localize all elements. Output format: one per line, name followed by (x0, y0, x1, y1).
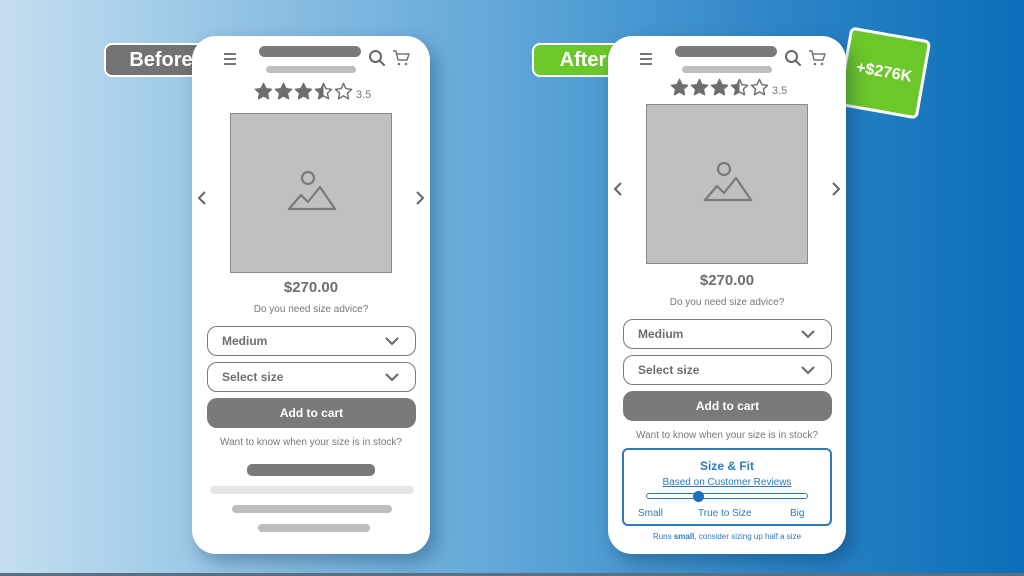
rating-value: 3.5 (356, 89, 372, 101)
size-fit-title: Size & Fit (699, 459, 754, 473)
star-rating: 3.5 (254, 82, 371, 106)
product-image-placeholder (230, 113, 392, 273)
product-price: $270.00 (283, 279, 339, 296)
add-to-cart-button[interactable]: Add to cart (207, 398, 416, 428)
chevron-down-icon (801, 366, 815, 375)
scale-label-big: Big (790, 508, 805, 519)
variant-select[interactable]: Medium (623, 319, 832, 349)
fit-slider-knob (692, 491, 704, 502)
uplift-badge: +$276K (836, 26, 932, 120)
variant-select[interactable]: Medium (207, 326, 416, 356)
fit-slider-track (646, 493, 808, 499)
variant-select-value: Medium (222, 334, 268, 348)
stock-notify-link[interactable]: Want to know when your size is in stock? (192, 437, 430, 448)
next-arrow-icon[interactable] (831, 182, 841, 196)
stock-notify-link[interactable]: Want to know when your size is in stock? (608, 430, 846, 441)
phone-before: 3.5 $270.00 Do you need size advice? Med… (192, 36, 430, 554)
star-filled-icon (690, 78, 709, 96)
add-to-cart-button[interactable]: Add to cart (623, 391, 832, 421)
star-filled-icon (710, 78, 729, 96)
fit-note: Runs small, consider sizing up half a si… (652, 532, 802, 541)
star-empty-icon (334, 82, 353, 100)
menu-icon[interactable] (640, 53, 652, 68)
reviews-link[interactable]: Based on Customer Reviews (624, 477, 830, 488)
next-arrow-icon[interactable] (415, 191, 425, 205)
size-fit-widget: Size & Fit Based on Customer Reviews Sma… (622, 448, 832, 526)
size-select-value: Select size (638, 363, 700, 377)
size-select[interactable]: Select size (623, 355, 832, 385)
content-placeholder-line (258, 524, 370, 532)
image-icon (703, 161, 753, 202)
chevron-down-icon (801, 330, 815, 339)
star-empty-icon (750, 78, 769, 96)
prev-arrow-icon[interactable] (197, 191, 207, 205)
product-price: $270.00 (699, 272, 755, 289)
title-placeholder (675, 46, 777, 57)
star-filled-icon (294, 82, 313, 100)
size-advice-link[interactable]: Do you need size advice? (192, 304, 430, 315)
cart-icon[interactable] (392, 49, 410, 67)
content-placeholder-line (247, 464, 375, 476)
variant-select-value: Medium (638, 327, 684, 341)
content-placeholder-line (232, 505, 392, 513)
search-icon[interactable] (784, 49, 802, 67)
title-placeholder (259, 46, 361, 57)
star-filled-icon (670, 78, 689, 96)
content-placeholder-line (210, 486, 414, 494)
size-select-value: Select size (222, 370, 284, 384)
chevron-down-icon (385, 337, 399, 346)
phone-after: 3.5 $270.00 Do you need size advice? Med… (608, 36, 846, 554)
search-icon[interactable] (368, 49, 386, 67)
star-half-icon (730, 78, 749, 96)
star-half-icon (314, 82, 333, 100)
star-filled-icon (254, 82, 273, 100)
chevron-down-icon (385, 373, 399, 382)
cart-icon[interactable] (808, 49, 826, 67)
subtitle-placeholder (682, 66, 772, 73)
subtitle-placeholder (266, 66, 356, 73)
size-select[interactable]: Select size (207, 362, 416, 392)
menu-icon[interactable] (224, 53, 236, 68)
scale-label-small: Small (638, 508, 664, 519)
rating-value: 3.5 (772, 85, 788, 97)
product-image-placeholder (646, 104, 808, 264)
star-filled-icon (274, 82, 293, 100)
size-advice-link[interactable]: Do you need size advice? (608, 297, 846, 308)
image-icon (287, 170, 337, 211)
scale-label-true: True to Size (698, 508, 752, 519)
star-rating: 3.5 (670, 78, 787, 102)
prev-arrow-icon[interactable] (613, 182, 623, 196)
